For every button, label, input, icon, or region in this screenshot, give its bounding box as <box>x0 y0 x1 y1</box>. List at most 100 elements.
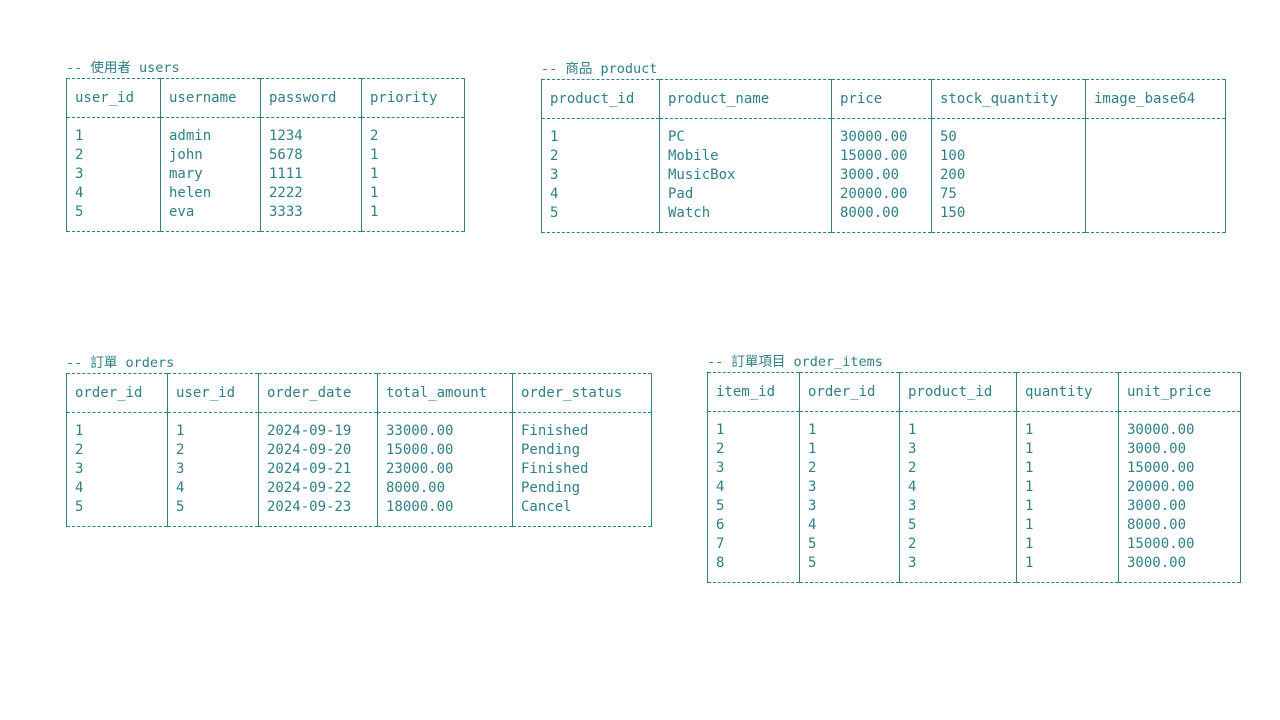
table-header-row: order_id user_id order_date total_amount ord… <box>66 373 652 413</box>
table-row: 1 1 1 1 30000.00 <box>707 411 1241 440</box>
table-row: 3 2 2 1 15000.00 <box>707 459 1241 478</box>
table-cell-user-id: 4 <box>167 479 259 498</box>
table-cell-password: 2222 <box>260 184 362 203</box>
table-cell-username: eva <box>160 203 261 232</box>
table-cell-product-id: 3 <box>899 497 1017 516</box>
table-row: 8 5 3 1 3000.00 <box>707 554 1241 583</box>
table-cell-priority: 1 <box>361 203 465 232</box>
column-header-product-name: product_name <box>659 79 832 119</box>
table-cell-order-id: 1 <box>799 440 900 459</box>
table-cell-image-base64 <box>1085 118 1226 147</box>
table-cell-order-id: 5 <box>66 498 168 527</box>
table-cell-product-name: Pad <box>659 185 832 204</box>
table-cell-stock-quantity: 200 <box>931 166 1086 185</box>
column-header-priority: priority <box>361 78 465 118</box>
table-cell-product-name: MusicBox <box>659 166 832 185</box>
table-row: 5 5 2024-09-23 18000.00 Cancel <box>66 498 652 527</box>
table-row: 1 1 2024-09-19 33000.00 Finished <box>66 412 652 441</box>
table-cell-unit-price: 3000.00 <box>1118 440 1241 459</box>
table-header-row: user_id username password priority <box>66 78 465 118</box>
table-header-row: product_id product_name price stock_quantit… <box>541 79 1226 119</box>
table-cell-user-id: 1 <box>66 117 161 146</box>
table-cell-user-id: 4 <box>66 184 161 203</box>
table-cell-total-amount: 8000.00 <box>377 479 513 498</box>
table-row: 2 john 5678 1 <box>66 146 465 165</box>
table-cell-order-date: 2024-09-21 <box>258 460 378 479</box>
table-cell-username: mary <box>160 165 261 184</box>
column-header-user-id: user_id <box>167 373 259 413</box>
users-table-block: -- 使用者 users user_id username password prio… <box>66 59 465 232</box>
table-cell-password: 1111 <box>260 165 362 184</box>
table-cell-total-amount: 18000.00 <box>377 498 513 527</box>
table-row: 4 helen 2222 1 <box>66 184 465 203</box>
column-header-order-id: order_id <box>66 373 168 413</box>
table-cell-order-id: 2 <box>66 441 168 460</box>
table-cell-product-id: 2 <box>541 147 660 166</box>
table-cell-item-id: 4 <box>707 478 800 497</box>
orders-table-title: -- 訂單 orders <box>66 355 175 371</box>
table-cell-priority: 2 <box>361 117 465 146</box>
table-cell-stock-quantity: 75 <box>931 185 1086 204</box>
table-row: 2 1 3 1 3000.00 <box>707 440 1241 459</box>
column-header-order-date: order_date <box>258 373 378 413</box>
table-cell-unit-price: 20000.00 <box>1118 478 1241 497</box>
table-cell-item-id: 3 <box>707 459 800 478</box>
product-table-block: -- 商品 product product_id product_name pric… <box>541 60 1226 233</box>
table-cell-unit-price: 8000.00 <box>1118 516 1241 535</box>
table-cell-order-status: Cancel <box>512 498 652 527</box>
table-cell-user-id: 3 <box>66 165 161 184</box>
column-header-password: password <box>260 78 362 118</box>
column-header-user-id: user_id <box>66 78 161 118</box>
column-header-username: username <box>160 78 261 118</box>
table-cell-order-status: Finished <box>512 460 652 479</box>
table-cell-product-id: 2 <box>899 459 1017 478</box>
table-row: 2 2 2024-09-20 15000.00 Pending <box>66 441 652 460</box>
table-cell-order-id: 2 <box>799 459 900 478</box>
table-cell-order-id: 3 <box>799 497 900 516</box>
column-header-total-amount: total_amount <box>377 373 513 413</box>
table-cell-image-base64 <box>1085 166 1226 185</box>
orders-table-block: -- 訂單 orders order_id user_id order_date to… <box>66 354 652 527</box>
table-cell-quantity: 1 <box>1016 554 1119 583</box>
table-cell-order-status: Finished <box>512 412 652 441</box>
table-cell-order-date: 2024-09-23 <box>258 498 378 527</box>
table-cell-price: 30000.00 <box>831 118 932 147</box>
table-row: 6 4 5 1 8000.00 <box>707 516 1241 535</box>
table-cell-username: helen <box>160 184 261 203</box>
table-cell-quantity: 1 <box>1016 516 1119 535</box>
table-cell-user-id: 5 <box>66 203 161 232</box>
table-cell-quantity: 1 <box>1016 535 1119 554</box>
table-cell-unit-price: 15000.00 <box>1118 459 1241 478</box>
table-cell-order-id: 4 <box>66 479 168 498</box>
table-row: 4 4 2024-09-22 8000.00 Pending <box>66 479 652 498</box>
order-items-table: item_id order_id product_id quantity unit_pr… <box>707 372 1241 583</box>
table-cell-quantity: 1 <box>1016 440 1119 459</box>
table-cell-item-id: 2 <box>707 440 800 459</box>
table-cell-username: admin <box>160 117 261 146</box>
table-cell-stock-quantity: 100 <box>931 147 1086 166</box>
table-cell-quantity: 1 <box>1016 459 1119 478</box>
column-header-item-id: item_id <box>707 372 800 412</box>
table-cell-product-name: Watch <box>659 204 832 233</box>
product-table-title: -- 商品 product <box>541 61 658 77</box>
users-table: user_id username password priority 1 admin 12… <box>66 78 465 232</box>
table-cell-image-base64 <box>1085 185 1226 204</box>
table-cell-item-id: 8 <box>707 554 800 583</box>
table-row: 1 PC 30000.00 50 <box>541 118 1226 147</box>
table-cell-price: 20000.00 <box>831 185 932 204</box>
order-items-table-title: -- 訂單項目 order_items <box>707 354 883 370</box>
users-table-title: -- 使用者 users <box>66 60 180 76</box>
table-row: 7 5 2 1 15000.00 <box>707 535 1241 554</box>
table-cell-image-base64 <box>1085 147 1226 166</box>
table-cell-product-id: 4 <box>541 185 660 204</box>
table-cell-total-amount: 33000.00 <box>377 412 513 441</box>
table-cell-product-id: 3 <box>899 554 1017 583</box>
table-cell-unit-price: 30000.00 <box>1118 411 1241 440</box>
table-cell-item-id: 5 <box>707 497 800 516</box>
table-cell-password: 1234 <box>260 117 362 146</box>
table-cell-user-id: 2 <box>66 146 161 165</box>
table-cell-item-id: 7 <box>707 535 800 554</box>
table-cell-product-id: 5 <box>541 204 660 233</box>
table-cell-user-id: 5 <box>167 498 259 527</box>
orders-table: order_id user_id order_date total_amount ord… <box>66 373 652 527</box>
